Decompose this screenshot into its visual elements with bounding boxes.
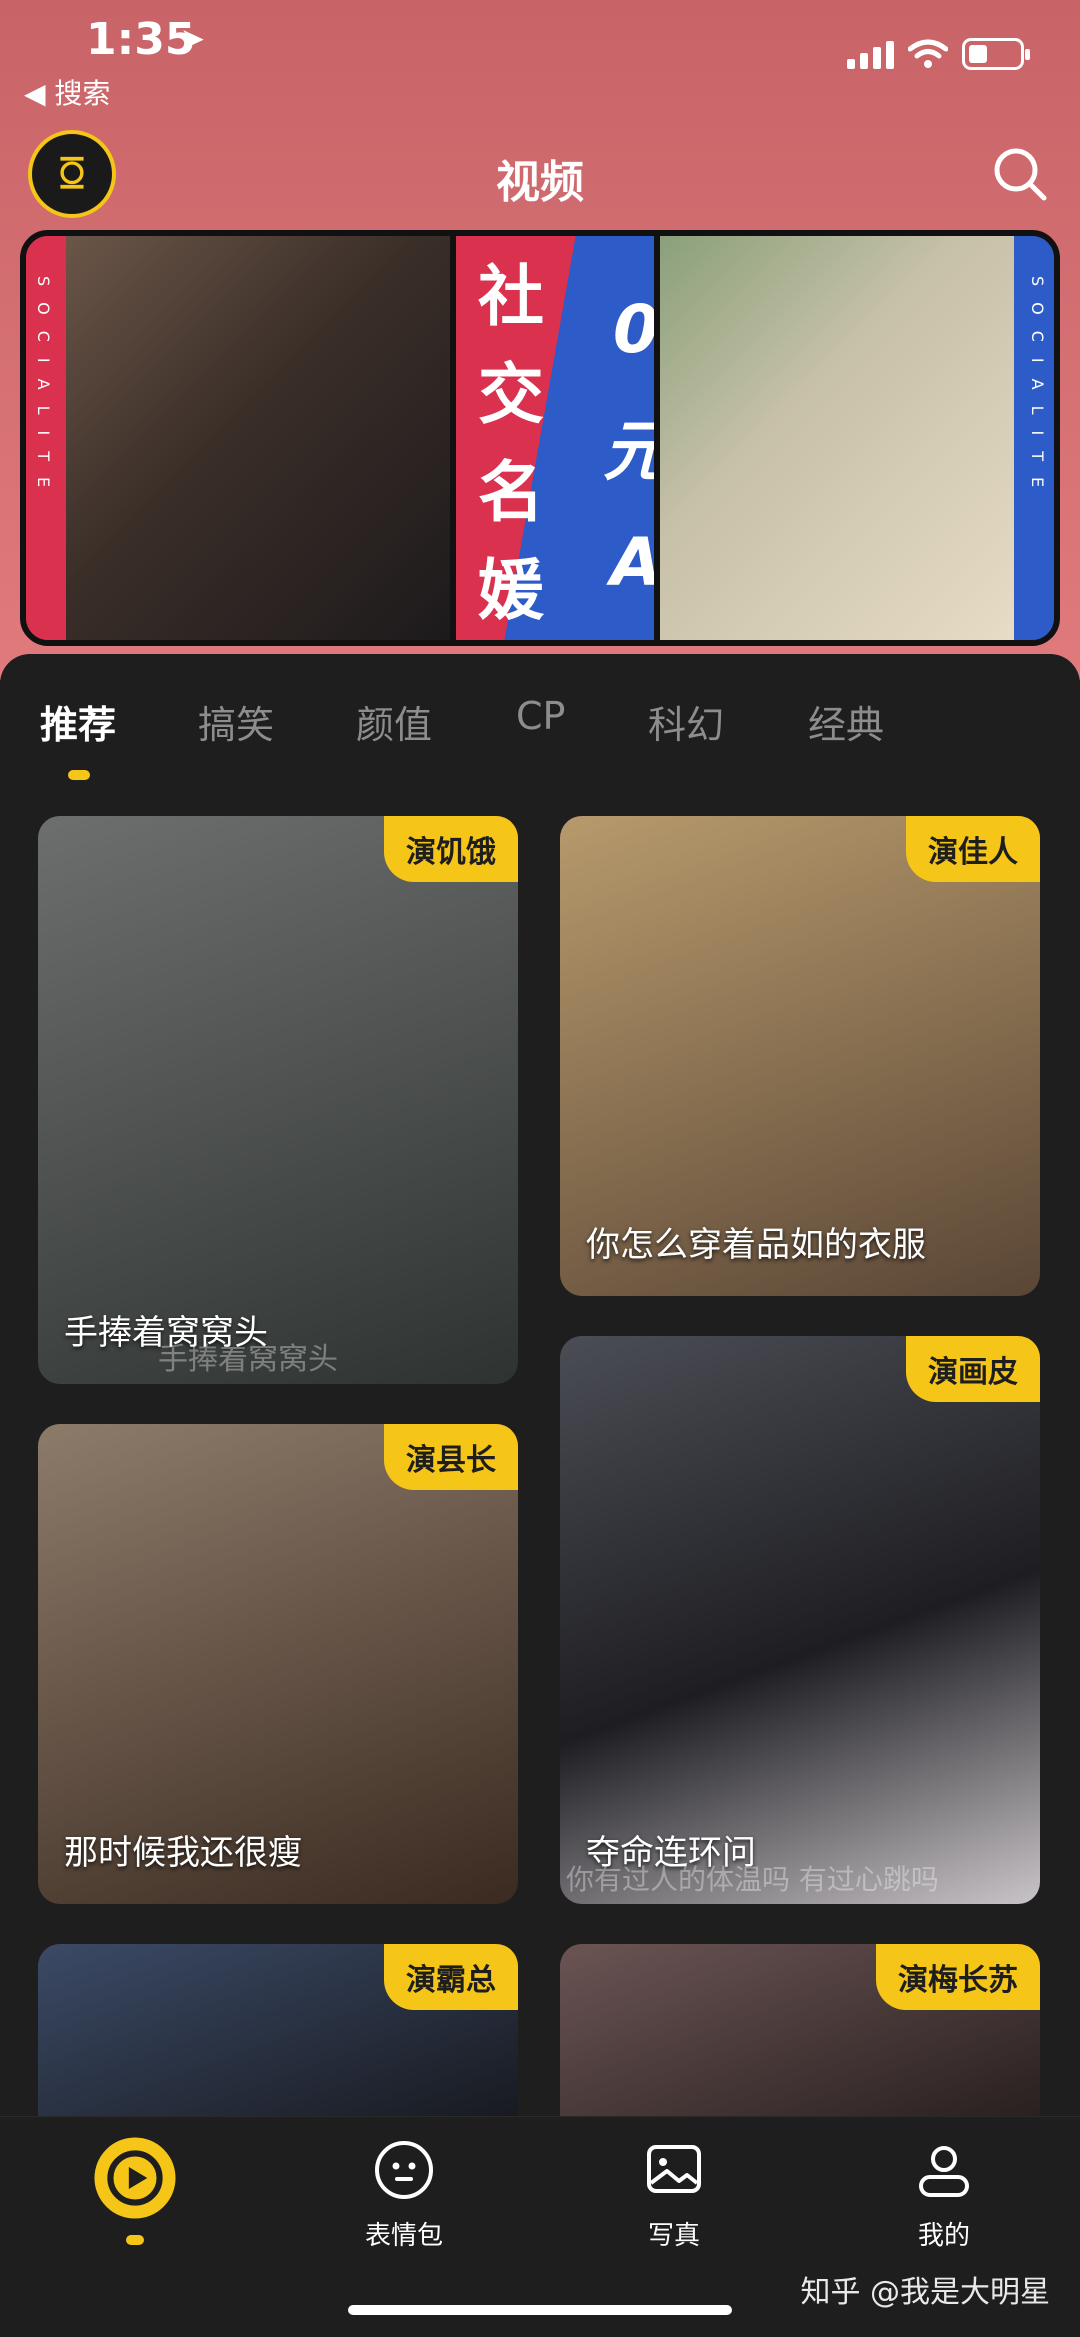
video-tag: 演画皮 — [906, 1336, 1040, 1402]
tab-stickers-label: 表情包 — [364, 2221, 443, 2251]
video-card[interactable]: 演霸总 — [38, 1944, 518, 2144]
smiley-icon — [375, 2141, 433, 2199]
banner-side-text: SOCIALITE — [34, 276, 53, 504]
top-nav: ꗞ 视频 — [0, 124, 1080, 224]
video-card[interactable]: 演县长 那时候我还很瘦 — [38, 1424, 518, 1904]
tab-profile-label: 我的 — [917, 2221, 970, 2251]
person-icon — [919, 2146, 969, 2197]
video-tag: 演梅长苏 — [876, 1944, 1040, 2010]
tab-looks[interactable]: 颜值 — [356, 694, 432, 749]
battery-icon — [962, 38, 1030, 70]
search-icon[interactable] — [990, 144, 1050, 204]
banner-title-char: 媛 — [478, 552, 544, 629]
banner-side-strip-left: SOCIALITE — [26, 236, 60, 640]
tab-photos-label: 写真 — [647, 2221, 700, 2251]
banner-price-char: 0 — [613, 291, 659, 368]
video-subtitle: 手捧着窝窝头 — [158, 1342, 338, 1377]
page-title: 视频 — [496, 157, 584, 208]
photo-icon — [647, 2145, 701, 2193]
video-thumbnail — [38, 816, 518, 1384]
tab-funny[interactable]: 搞笑 — [198, 694, 274, 749]
banner-side-strip-right: SOCIALITE — [1020, 236, 1054, 640]
wifi-icon — [908, 39, 948, 68]
banner-title-char: 社 — [478, 258, 544, 335]
back-to-search-link[interactable]: ◀ 搜索 — [24, 72, 110, 112]
banner-photo-right — [654, 236, 1014, 640]
promo-banner[interactable]: SOCIALITE 社 交 名 媛 0 元 A SOCIALITE — [20, 230, 1060, 646]
status-bar: 1:35 ➤ ◀ 搜索 — [0, 0, 1080, 120]
tab-photos[interactable]: 写真 — [594, 2135, 754, 2252]
video-card[interactable]: 演梅长苏 — [560, 1944, 1040, 2144]
tab-recommend[interactable]: 推荐 — [40, 694, 116, 749]
video-caption: 你怎么穿着品如的衣服 — [586, 1225, 926, 1265]
video-tag: 演霸总 — [384, 1944, 518, 2010]
video-thumbnail — [560, 1336, 1040, 1904]
category-tabs: 推荐 搞笑 颜值 CP 科幻 经典 — [0, 680, 1080, 760]
banner-side-text: SOCIALITE — [1028, 276, 1047, 504]
video-card[interactable]: 演画皮 夺命连环问 你有过人的体温吗 有过心跳吗 — [560, 1336, 1040, 1904]
bottom-tab-bar: 表情包 写真 我的 知乎 @我是大明星 — [0, 2116, 1080, 2337]
active-tab-indicator — [68, 770, 90, 780]
watermark: 知乎 @我是大明星 — [800, 2275, 1050, 2310]
banner-photo-left — [66, 236, 456, 640]
banner-title-char: 交 — [478, 356, 544, 433]
video-card[interactable]: 演佳人 你怎么穿着品如的衣服 — [560, 816, 1040, 1296]
banner-title: 社 交 名 媛 — [446, 236, 576, 640]
tab-cp[interactable]: CP — [516, 694, 565, 738]
tab-video[interactable] — [55, 2135, 215, 2245]
cellular-signal-icon — [847, 39, 894, 69]
video-tag: 演县长 — [384, 1424, 518, 1490]
location-arrow-icon: ➤ — [180, 22, 206, 57]
home-indicator[interactable] — [348, 2305, 732, 2315]
video-subtitle: 你有过人的体温吗 有过心跳吗 — [566, 1863, 939, 1896]
video-tag: 演佳人 — [906, 816, 1040, 882]
tab-scifi[interactable]: 科幻 — [648, 694, 724, 749]
play-icon — [94, 2137, 176, 2219]
banner-title-char: 名 — [478, 454, 544, 531]
tab-stickers[interactable]: 表情包 — [324, 2135, 484, 2252]
video-card[interactable]: 演饥饿 手捧着窝窝头 手捧着窝窝头 — [38, 816, 518, 1384]
active-tab-dot — [126, 2235, 144, 2245]
tab-classic[interactable]: 经典 — [808, 694, 884, 749]
video-caption: 那时候我还很瘦 — [64, 1833, 302, 1873]
video-tag: 演饥饿 — [384, 816, 518, 882]
status-icons — [847, 38, 1030, 70]
tab-profile[interactable]: 我的 — [864, 2135, 1024, 2252]
